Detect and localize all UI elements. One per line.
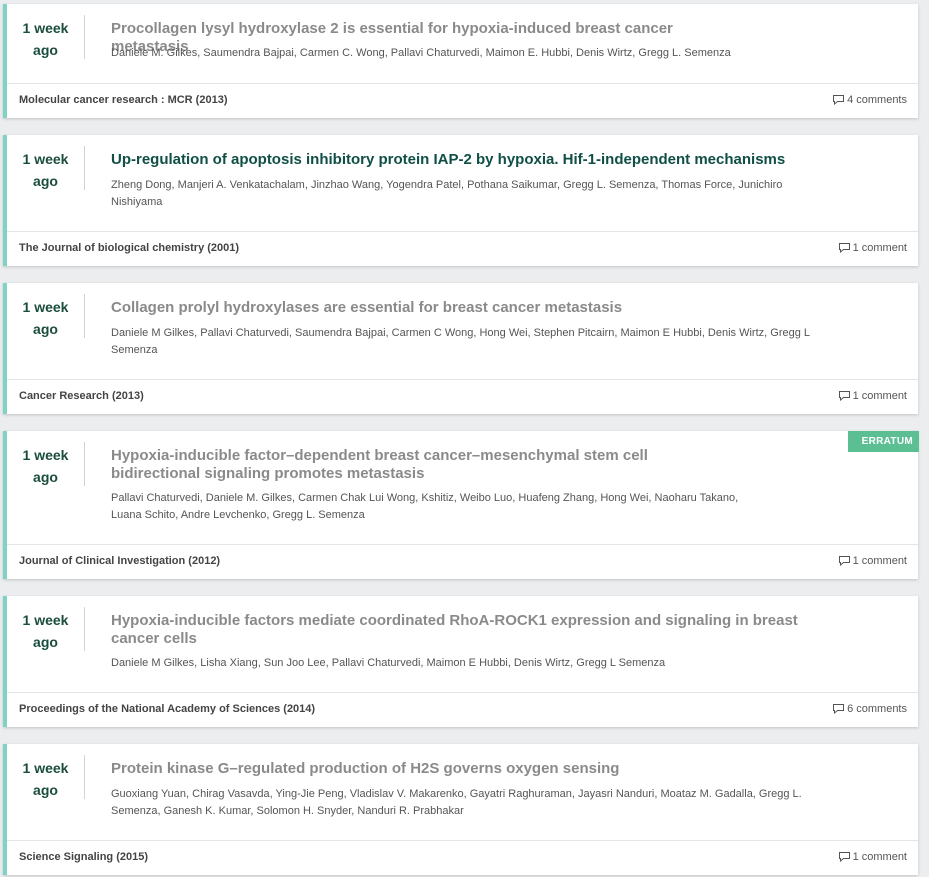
comment-icon [833,704,845,714]
comment-icon [838,391,850,401]
article-title[interactable]: Hypoxia-inducible factors mediate coordi… [111,612,831,648]
journal-name[interactable]: Journal of Clinical Investigation (2012) [19,555,220,567]
article-authors: Pallavi Chaturvedi, Daniele M. Gilkes, C… [111,492,739,521]
comments-link[interactable]: 1 comment [838,242,907,254]
article-age: 1 week ago [22,760,69,798]
comments-count: 4 comments [847,94,907,106]
article-age: 1 week ago [22,151,69,189]
article-authors: Zheng Dong, Manjeri A. Venkatachalam, Ji… [111,179,783,208]
card-footer: Molecular cancer research : MCR (2013) 4… [7,83,918,118]
comments-count: 6 comments [847,703,907,715]
card-footer: The Journal of biological chemistry (200… [7,231,918,266]
comment-icon [833,95,845,105]
age-divider [84,15,85,59]
journal-name[interactable]: Cancer Research (2013) [19,390,144,402]
article-title[interactable]: Hypoxia-inducible factor–dependent breas… [111,447,741,483]
comments-link[interactable]: 1 comment [838,390,907,402]
article-card: 1 week ago Collagen prolyl hydroxylases a… [3,283,918,414]
journal-name[interactable]: Science Signaling (2015) [19,851,148,863]
comment-icon [838,852,850,862]
comments-link[interactable]: 4 comments [832,94,907,106]
article-age: 1 week ago [22,299,69,337]
article-authors: Guoxiang Yuan, Chirag Vasavda, Ying-Jie … [111,788,802,817]
article-card: 1 week ago Hypoxia-inducible factors medi… [3,596,918,727]
article-card: 1 week ago Up-regulation of apoptosis inh… [3,135,918,266]
age-divider [84,294,85,338]
article-title[interactable]: Protein kinase G–regulated production of… [111,760,751,778]
article-feed: 1 week ago Procollagen lysyl hydroxylase … [0,0,929,877]
comments-count: 1 comment [852,242,907,254]
article-authors: Daniele M Gilkes, Lisha Xiang, Sun Joo L… [111,657,666,669]
article-card: 1 week ago Procollagen lysyl hydroxylase … [3,4,918,118]
article-authors: Daniele M Gilkes, Pallavi Chaturvedi, Sa… [111,327,810,356]
card-footer: Science Signaling (2015) 1 comment [7,840,918,875]
article-age: 1 week ago [22,447,69,485]
article-card: 1 week ago Protein kinase G–regulated pro… [3,744,918,875]
comment-icon [838,556,850,566]
journal-name[interactable]: The Journal of biological chemistry (200… [19,242,239,254]
card-footer: Cancer Research (2013) 1 comment [7,379,918,414]
comments-link[interactable]: 1 comment [838,851,907,863]
age-divider [84,146,85,190]
age-divider [84,755,85,799]
journal-name[interactable]: Molecular cancer research : MCR (2013) [19,94,227,106]
card-footer: Proceedings of the National Academy of S… [7,692,918,727]
article-card: ERRATUM 1 week ago Hypoxia-inducible fact… [3,431,919,579]
erratum-badge: ERRATUM [847,431,919,452]
article-age: 1 week ago [22,612,69,650]
card-footer: Journal of Clinical Investigation (2012)… [7,544,918,579]
comments-link[interactable]: 1 comment [838,555,907,567]
age-divider [84,607,85,651]
article-age: 1 week ago [22,20,69,58]
comment-icon [838,243,850,253]
article-title[interactable]: Collagen prolyl hydroxylases are essenti… [111,299,751,317]
article-title[interactable]: Up-regulation of apoptosis inhibitory pr… [111,151,811,169]
comments-count: 1 comment [852,390,907,402]
comments-link[interactable]: 6 comments [832,703,907,715]
age-divider [84,442,85,486]
journal-name[interactable]: Proceedings of the National Academy of S… [19,703,315,715]
comments-count: 1 comment [852,555,907,567]
comments-count: 1 comment [852,851,907,863]
article-authors: Daniele M. Gilkes, Saumendra Bajpai, Car… [111,47,731,59]
